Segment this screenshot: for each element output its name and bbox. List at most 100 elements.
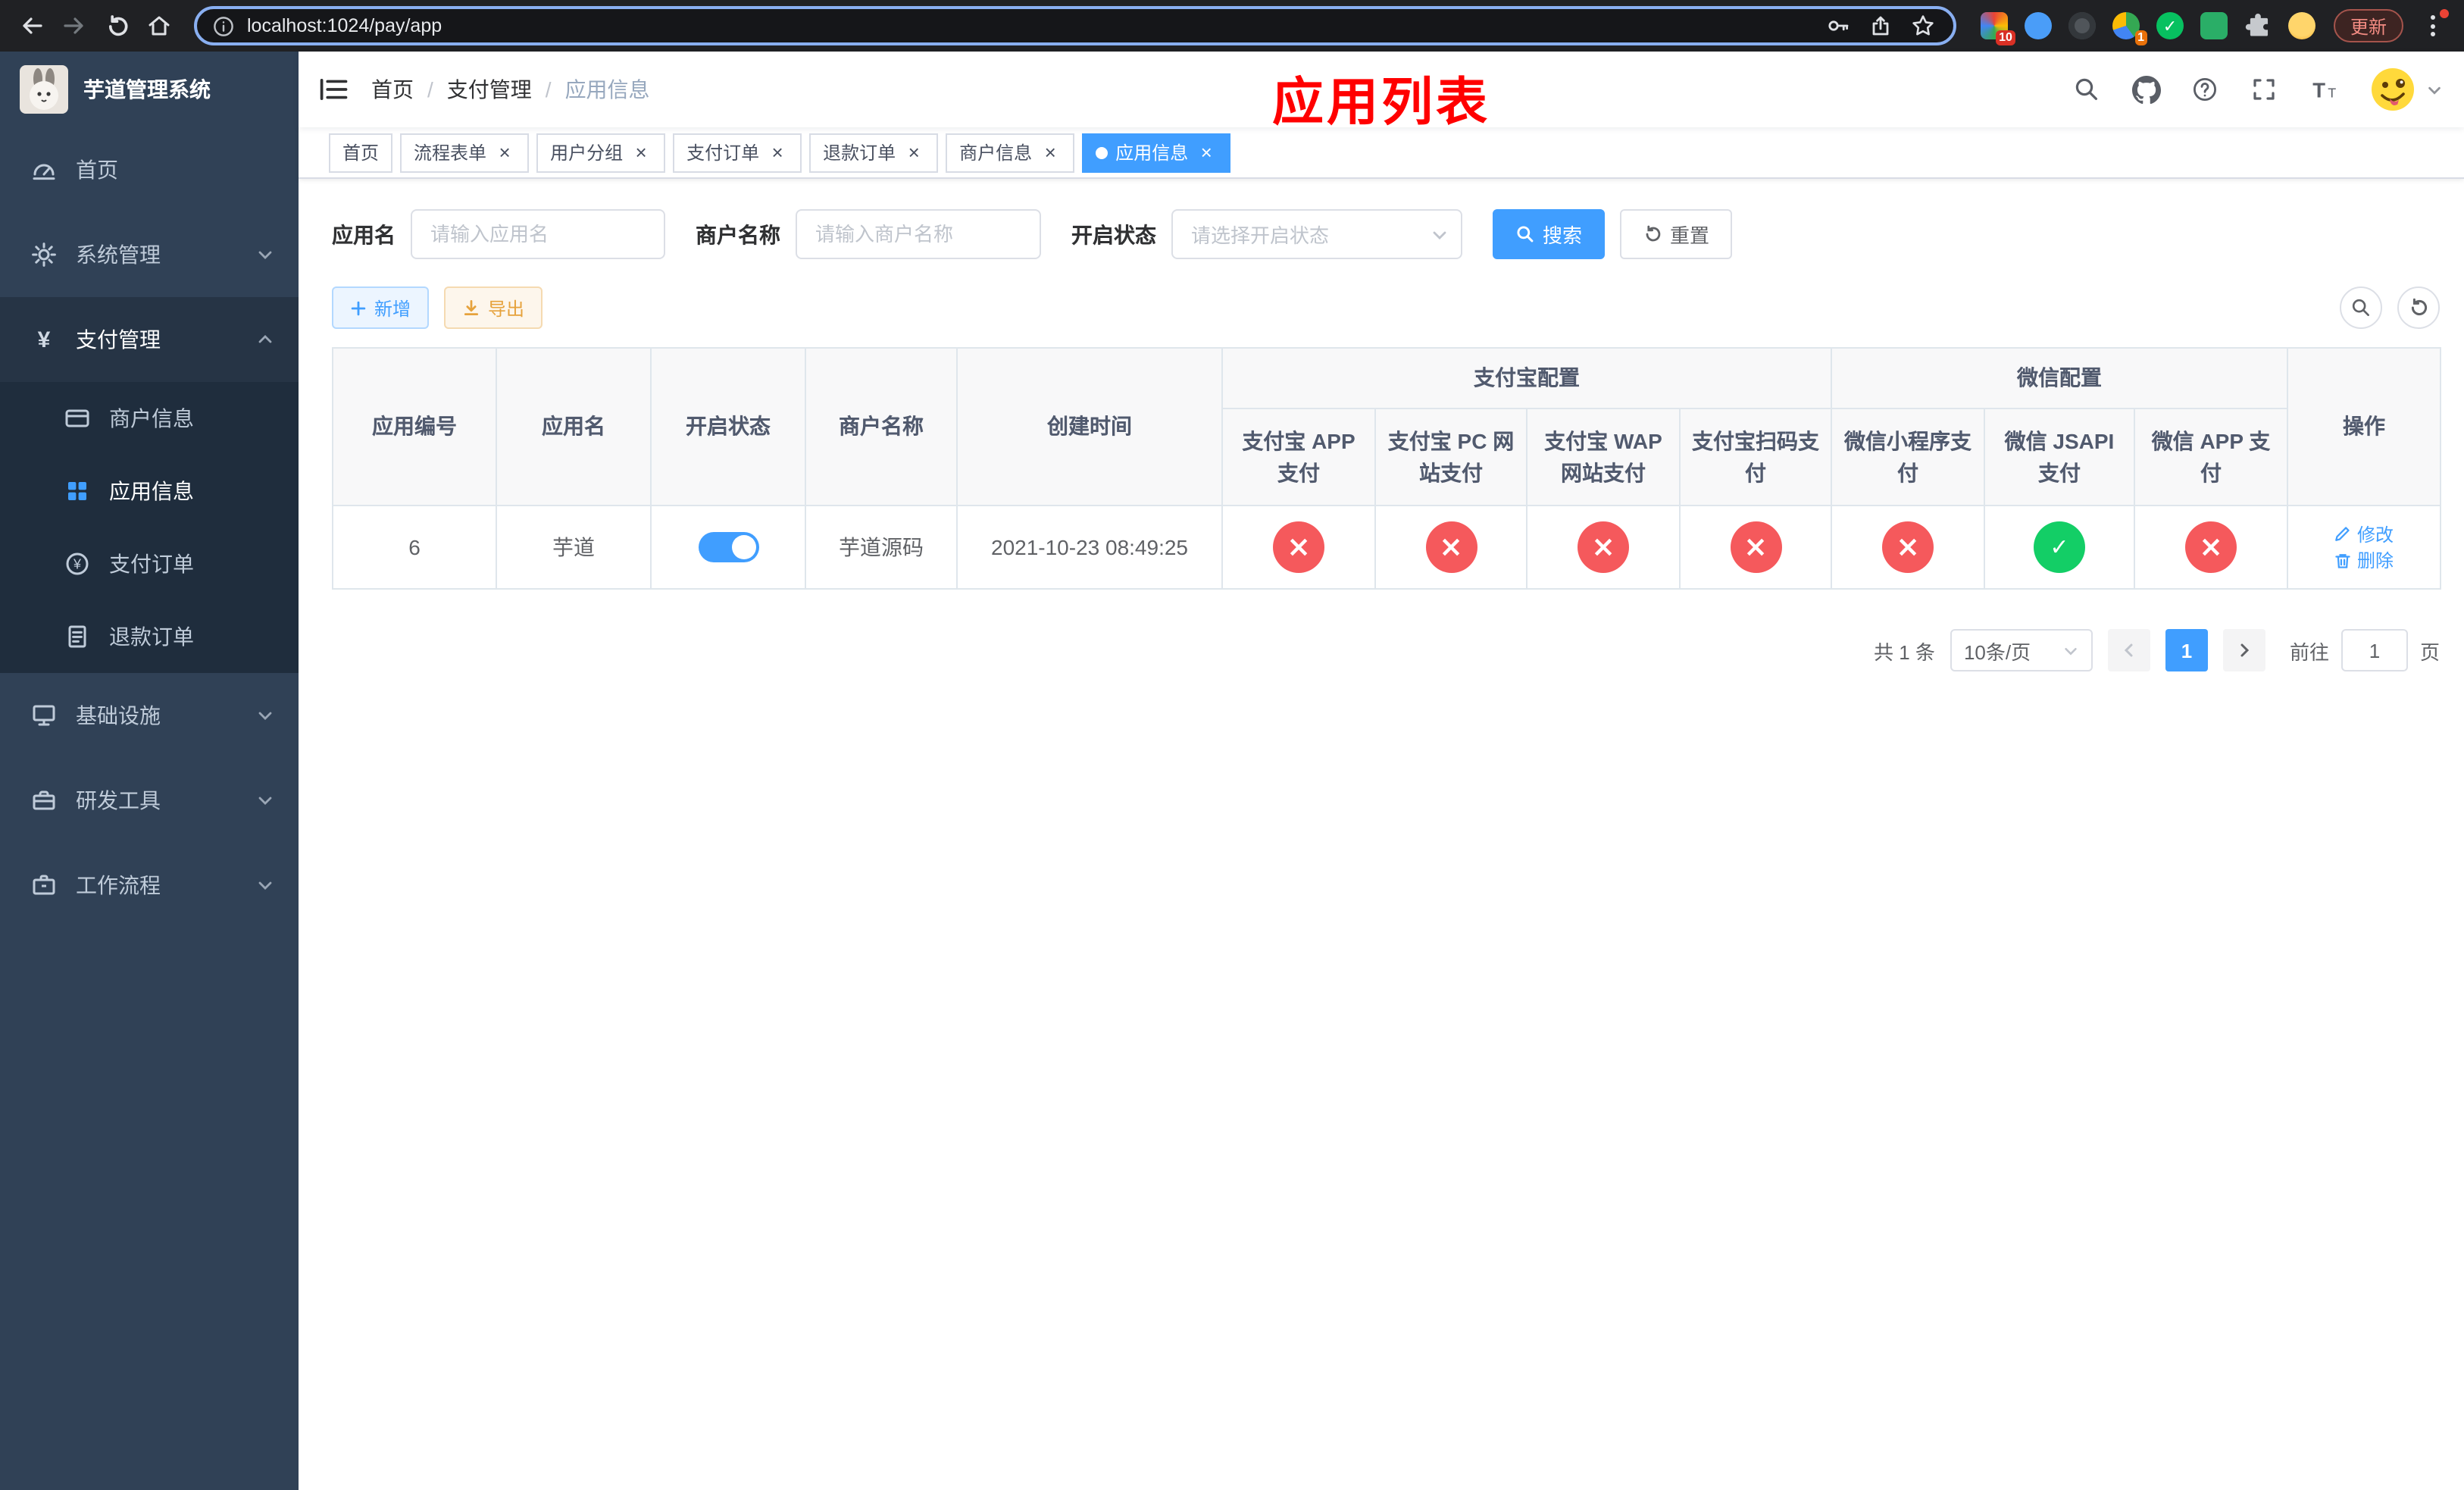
delete-link-label: 删除 [2356,550,2394,571]
status-fail-icon [1425,521,1477,573]
search-button-label: 搜索 [1543,224,1583,247]
sidebar-item-label: 商户信息 [109,406,194,430]
page-number-button[interactable]: 1 [2165,629,2208,671]
tab-home[interactable]: 首页 [329,133,393,172]
tab-merchant-info[interactable]: 商户信息 [946,133,1075,172]
site-info-icon[interactable] [212,14,235,37]
profile-avatar-icon[interactable] [2287,12,2315,39]
sidebar-item-merchant-info[interactable]: 商户信息 [0,382,299,455]
edit-link-label: 修改 [2356,524,2394,545]
gear-icon [30,241,58,268]
status-select[interactable]: 请选择开启状态 [1171,209,1462,259]
sidebar-item-label: 研发工具 [76,788,161,812]
help-icon[interactable] [2190,74,2220,105]
tab-label: 用户分组 [550,142,624,164]
browser-menu-icon[interactable] [2412,6,2452,45]
app-name-label: 应用名 [332,222,396,246]
sidebar-item-dev-tools[interactable]: 研发工具 [0,758,299,843]
sidebar-item-label: 支付管理 [76,327,161,352]
cell-app-id: 6 [332,505,497,590]
bookmark-star-icon[interactable] [1911,14,1935,38]
close-icon[interactable] [903,142,924,163]
caret-down-icon [2426,81,2443,98]
table-toolbar: 新增 导出 [332,286,2440,329]
status-label: 开启状态 [1071,222,1156,246]
tab-label: 首页 [342,142,380,164]
sidebar-item-pay-order[interactable]: ¥ 支付订单 [0,527,299,600]
tab-app-info[interactable]: 应用信息 [1082,133,1231,172]
breadcrumb-payment[interactable]: 支付管理 [414,74,532,105]
github-icon[interactable] [2131,74,2161,105]
data-table: 应用编号 应用名 开启状态 商户名称 创建时间 支付宝配置 微信配置 操作 支付… [332,347,2441,590]
sidebar-item-app-info[interactable]: 应用信息 [0,455,299,527]
col-create-time: 创建时间 [956,347,1223,506]
address-bar[interactable]: localhost:1024/pay/app [194,6,1956,45]
close-icon[interactable] [494,142,515,163]
col-app-name: 应用名 [496,347,652,506]
extension-icon-6[interactable] [2200,12,2228,39]
search-button[interactable]: 搜索 [1493,209,1606,259]
goto-page-input[interactable] [2340,629,2408,671]
browser-reload-icon[interactable] [97,6,136,45]
browser-update-button[interactable]: 更新 [2333,9,2403,42]
refresh-table-button[interactable] [2397,286,2440,329]
extensions-puzzle-icon[interactable] [2244,12,2272,39]
share-icon[interactable] [1868,14,1893,38]
coin-icon: ¥ [64,550,91,578]
tab-flow-form[interactable]: 流程表单 [400,133,530,172]
sidebar-item-home[interactable]: 首页 [0,127,299,212]
extension-icon-4[interactable]: 1 [2112,12,2147,45]
browser-forward-icon[interactable] [55,6,94,45]
export-button[interactable]: 导出 [444,286,543,329]
add-button[interactable]: 新增 [332,286,430,329]
cell-wechat-app [2134,505,2288,590]
close-icon[interactable] [1196,142,1217,163]
url-text: localhost:1024/pay/app [247,15,442,36]
tab-refund-order[interactable]: 退款订单 [809,133,939,172]
tab-pay-order[interactable]: 支付订单 [673,133,802,172]
delete-link[interactable]: 删除 [2334,547,2394,573]
sidebar-item-workflow[interactable]: 工作流程 [0,843,299,928]
col-group-alipay: 支付宝配置 [1221,347,1832,409]
prev-page-button[interactable] [2107,629,2150,671]
fullscreen-icon[interactable] [2249,74,2279,105]
cell-wechat-lite [1831,505,1985,590]
sidebar-item-label: 应用信息 [109,479,194,503]
sidebar-item-infrastructure[interactable]: 基础设施 [0,673,299,758]
grid-icon [64,477,91,505]
close-icon[interactable] [1040,142,1061,163]
sidebar-item-payment[interactable]: ¥ 支付管理 [0,297,299,382]
extension-icon-3[interactable] [2068,12,2096,39]
extensions-cluster: 10 1 ✓ [1980,12,2315,45]
status-toggle[interactable] [698,532,758,562]
tab-label: 退款订单 [823,142,896,164]
close-icon[interactable] [767,142,788,163]
extension-icon-1[interactable]: 10 [1980,12,2015,45]
edit-link[interactable]: 修改 [2334,521,2394,546]
reset-button[interactable]: 重置 [1620,209,1733,259]
tab-user-group[interactable]: 用户分组 [536,133,666,172]
sidebar-item-system[interactable]: 系统管理 [0,212,299,297]
merchant-name-input[interactable] [796,209,1041,259]
page-size-select[interactable]: 10条/页 [1950,629,2093,671]
sidebar-toggle-icon[interactable] [317,73,350,106]
goto-label: 前往 [2289,640,2329,663]
browser-back-icon[interactable] [12,6,52,45]
pagination: 共 1 条 10条/页 1 前往 1 页 [332,629,2440,671]
extension-icon-2[interactable] [2024,12,2052,39]
breadcrumb-home[interactable]: 首页 [371,74,414,105]
search-icon[interactable] [2072,74,2102,105]
browser-home-icon[interactable] [139,6,179,45]
user-menu[interactable] [2370,67,2443,112]
sidebar-item-label: 基础设施 [76,703,161,728]
toggle-search-button[interactable] [2340,286,2382,329]
next-page-button[interactable] [2222,629,2265,671]
extension-icon-5[interactable]: ✓ [2156,12,2184,39]
font-size-icon[interactable]: TT [2308,74,2338,105]
sidebar-item-refund-order[interactable]: 退款订单 [0,600,299,673]
app-logo[interactable]: 芋道管理系统 [0,52,299,127]
app-name-input[interactable] [411,209,665,259]
close-icon[interactable] [630,142,652,163]
col-alipay-pc: 支付宝 PC 网站支付 [1374,408,1527,506]
password-key-icon[interactable] [1826,14,1850,38]
